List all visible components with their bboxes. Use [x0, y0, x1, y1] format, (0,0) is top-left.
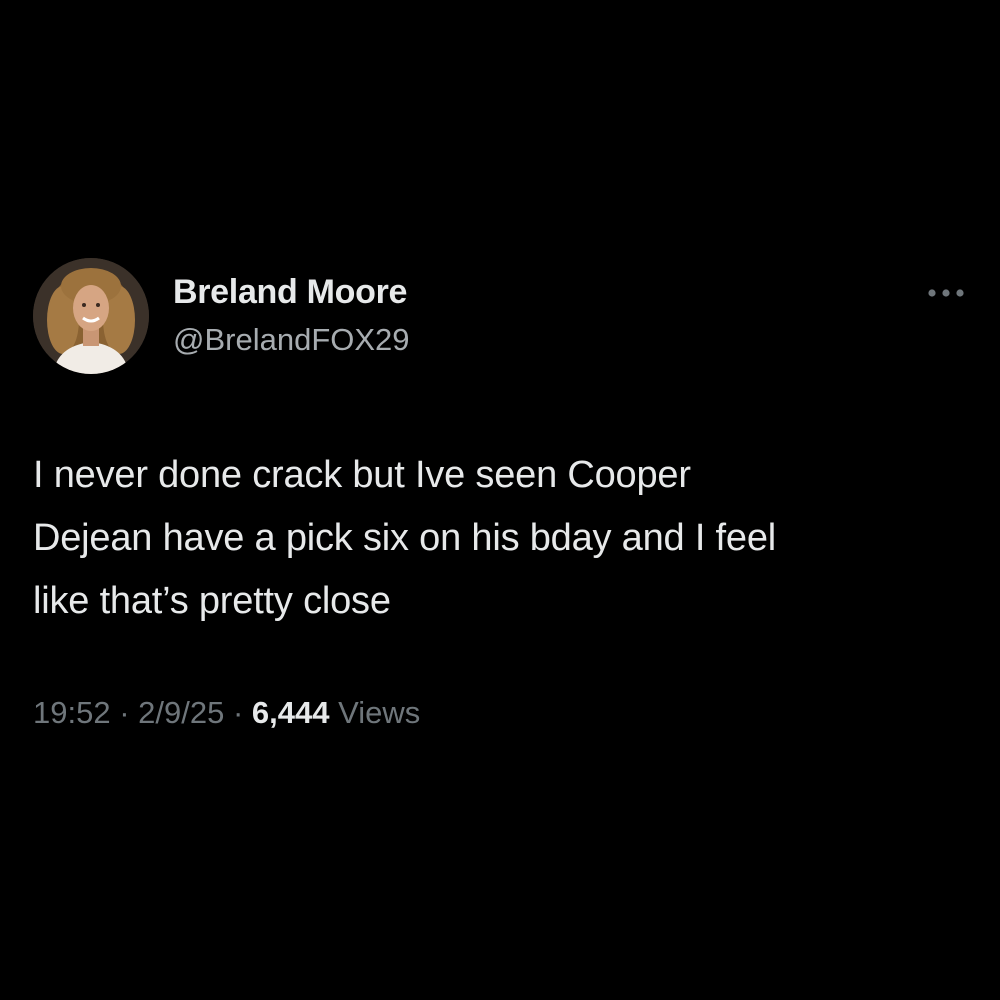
tweet-text: I never done crack but Ive seen Cooper D… — [33, 454, 777, 622]
tweet-date[interactable]: 2/9/25 — [138, 695, 224, 730]
tweet-header: Breland Moore @BrelandFOX29 — [33, 258, 968, 376]
avatar[interactable] — [33, 258, 149, 374]
screen: Breland Moore @BrelandFOX29 I never done… — [0, 0, 1000, 1000]
tweet-meta: 19:52 · 2/9/25 · 6,444 Views — [33, 693, 968, 733]
author-handle[interactable]: @BrelandFOX29 — [173, 320, 410, 360]
tweet-card[interactable]: Breland Moore @BrelandFOX29 I never done… — [33, 258, 968, 733]
more-options-icon — [928, 289, 964, 297]
meta-separator: · — [224, 695, 252, 730]
avatar-photo-icon — [33, 258, 149, 374]
more-options-button[interactable] — [926, 286, 966, 300]
meta-separator: · — [110, 695, 139, 730]
author-names: Breland Moore @BrelandFOX29 — [173, 272, 410, 360]
author-display-name[interactable]: Breland Moore — [173, 272, 410, 312]
views-count: 6,444 — [251, 695, 330, 730]
tweet-time[interactable]: 19:52 — [33, 695, 111, 730]
views-label: Views — [338, 695, 421, 730]
